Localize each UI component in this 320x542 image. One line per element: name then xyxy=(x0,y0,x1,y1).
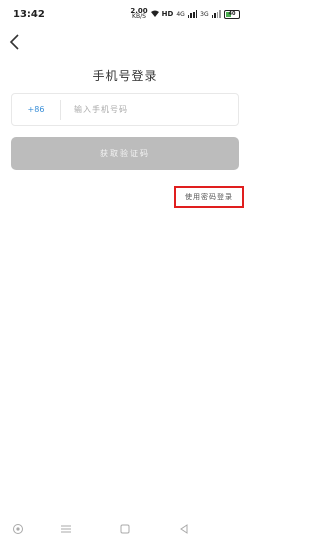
menu-icon[interactable] xyxy=(60,520,72,533)
system-nav-bar xyxy=(0,510,250,542)
page-title: 手机号登录 xyxy=(92,69,158,83)
network-speed-unit: KB/S xyxy=(132,13,146,20)
chevron-left-icon xyxy=(9,34,19,50)
wifi-icon xyxy=(150,10,159,19)
country-code-selector[interactable]: +86 xyxy=(12,105,60,114)
signal-2-icon xyxy=(211,10,221,18)
status-time: 13:42 xyxy=(13,9,45,20)
signal-1-label: 4G xyxy=(176,10,185,18)
password-login-link[interactable]: 使用密码登录 xyxy=(174,186,244,208)
get-verification-code-button[interactable]: 获取验证码 xyxy=(11,137,239,170)
back-triangle-icon[interactable] xyxy=(178,520,190,534)
hd-label: HD xyxy=(161,10,174,18)
signal-2-label: 3G xyxy=(200,10,209,18)
battery-percent: 40 xyxy=(228,11,236,17)
phone-number-field: +86 xyxy=(11,93,239,126)
signal-1-icon xyxy=(187,10,198,18)
status-bar: 13:42 2.00 KB/S HD 4G 3G 40 xyxy=(0,0,250,26)
assistant-circle-icon[interactable] xyxy=(12,520,24,534)
back-button[interactable] xyxy=(7,33,25,51)
status-icons: 2.00 KB/S HD 4G 3G 40 xyxy=(130,8,240,20)
network-speed: 2.00 KB/S xyxy=(130,8,147,20)
phone-number-input[interactable] xyxy=(72,104,238,115)
home-square-icon[interactable] xyxy=(119,520,131,534)
battery-icon: 40 xyxy=(224,9,240,19)
field-divider xyxy=(60,99,61,120)
